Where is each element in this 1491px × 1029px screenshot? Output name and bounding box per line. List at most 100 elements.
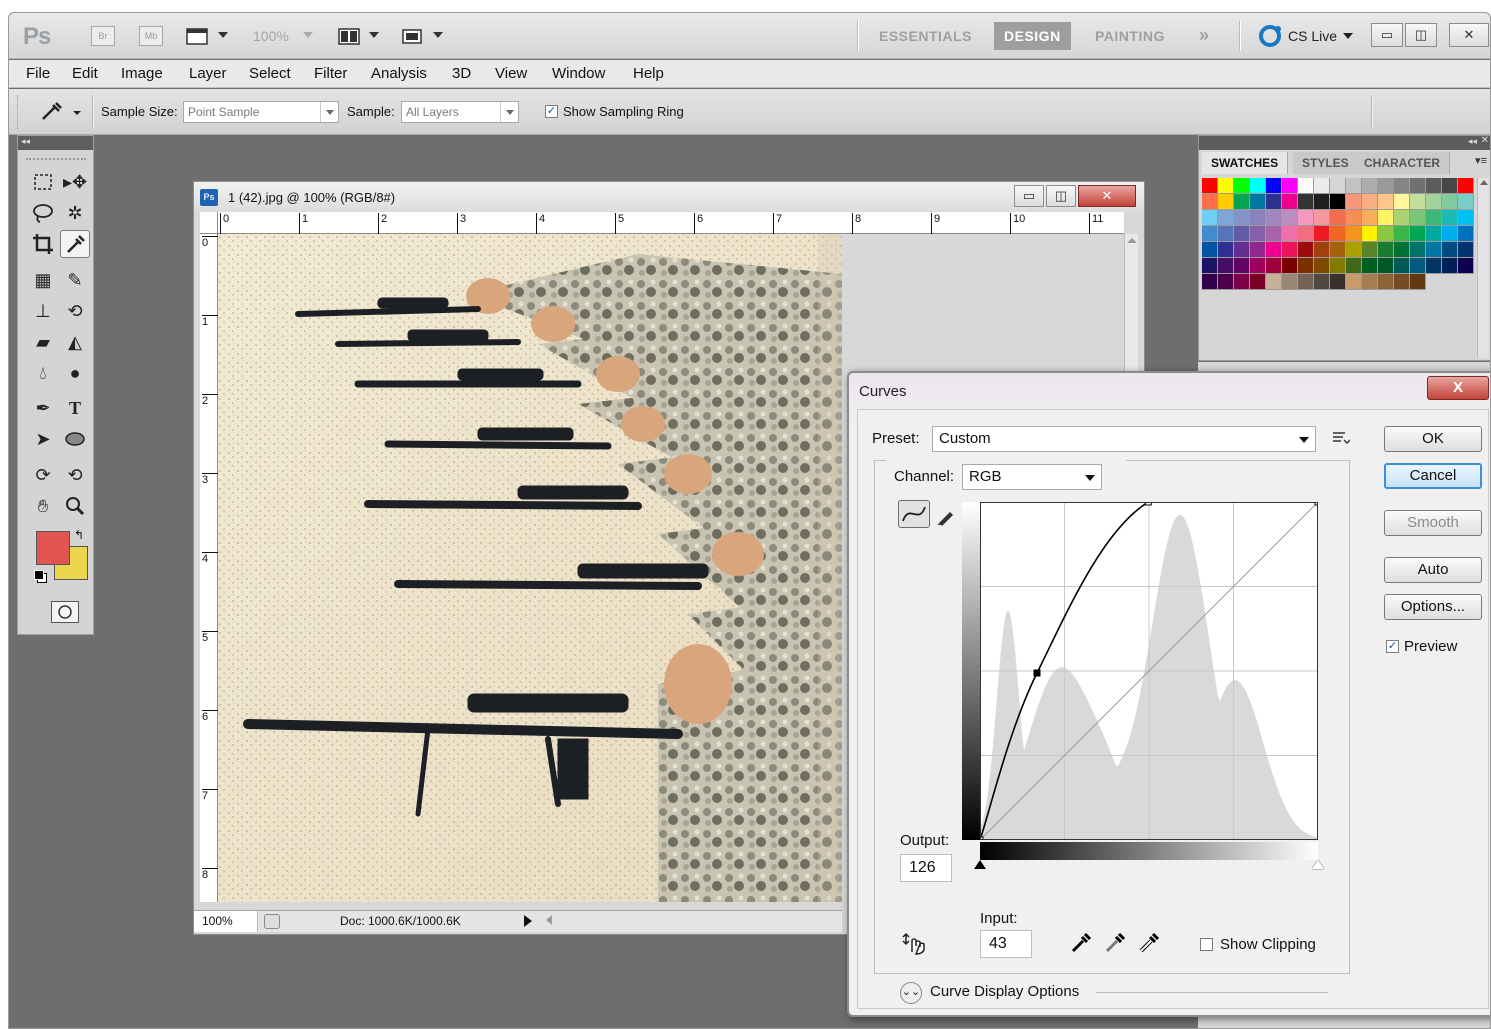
color-swatch[interactable] — [1394, 178, 1410, 194]
color-swatch[interactable] — [1218, 210, 1234, 226]
color-swatch[interactable] — [1330, 274, 1346, 290]
eyedropper-tool-icon[interactable] — [60, 230, 90, 258]
color-swatch[interactable] — [1234, 274, 1250, 290]
color-swatch[interactable] — [1282, 210, 1298, 226]
path-selection-tool-icon[interactable]: ➤ — [28, 425, 58, 453]
color-swatch[interactable] — [1346, 258, 1362, 274]
color-swatch[interactable] — [1362, 178, 1378, 194]
panel-collapse-icon[interactable]: ◂◂ — [1468, 136, 1477, 147]
color-swatch[interactable] — [1266, 210, 1282, 226]
color-swatch[interactable] — [1394, 194, 1410, 210]
auto-button[interactable]: Auto — [1384, 557, 1482, 583]
color-swatch[interactable] — [1346, 226, 1362, 242]
eyedropper-preset-picker[interactable] — [37, 99, 87, 125]
color-swatch[interactable] — [1250, 178, 1266, 194]
scroll-up-icon[interactable] — [1127, 238, 1137, 243]
color-swatch[interactable] — [1378, 178, 1394, 194]
gray-point-eyedropper[interactable] — [1104, 932, 1126, 957]
color-swatch[interactable] — [1378, 226, 1394, 242]
minimize-doc-button[interactable]: ▭ — [1014, 185, 1044, 207]
color-swatch[interactable] — [1346, 194, 1362, 210]
color-swatch[interactable] — [1346, 242, 1362, 258]
color-swatch[interactable] — [1458, 226, 1474, 242]
output-field[interactable]: 126 — [900, 854, 952, 882]
options-grip[interactable] — [17, 95, 19, 129]
color-swatch[interactable] — [1442, 178, 1458, 194]
menu-filter[interactable]: Filter — [314, 65, 347, 82]
color-swatch[interactable] — [1330, 258, 1346, 274]
crop-tool-icon[interactable] — [28, 230, 58, 258]
paint-bucket-tool-icon[interactable]: ◭ — [60, 328, 90, 356]
color-swatch[interactable] — [1218, 178, 1234, 194]
color-swatch[interactable] — [1202, 242, 1218, 258]
color-swatch[interactable] — [1298, 210, 1314, 226]
color-swatch[interactable] — [1442, 258, 1458, 274]
color-swatch[interactable] — [1378, 194, 1394, 210]
scroll-up-icon[interactable] — [1480, 180, 1488, 185]
panel-close-icon[interactable]: ✕ — [1481, 135, 1489, 146]
color-swatch[interactable] — [1458, 242, 1474, 258]
color-swatch[interactable] — [1298, 242, 1314, 258]
curve-display-options-label[interactable]: Curve Display Options — [930, 983, 1079, 1000]
color-swatch[interactable] — [1250, 258, 1266, 274]
color-swatch[interactable] — [1330, 194, 1346, 210]
launch-mini-bridge-button[interactable]: Mb — [139, 26, 163, 46]
color-swatch[interactable] — [1282, 274, 1298, 290]
menu-analysis[interactable]: Analysis — [371, 65, 427, 82]
color-swatch[interactable] — [1442, 242, 1458, 258]
white-point-eyedropper[interactable] — [1138, 932, 1160, 957]
color-swatch[interactable] — [1314, 178, 1330, 194]
ellipse-tool-icon[interactable] — [60, 425, 90, 453]
color-swatch[interactable] — [1250, 194, 1266, 210]
color-swatch[interactable] — [1378, 258, 1394, 274]
zoom-level[interactable]: 100% — [253, 28, 289, 44]
menu-file[interactable]: File — [26, 65, 50, 82]
menu-select[interactable]: Select — [249, 65, 291, 82]
marquee-tool-icon[interactable] — [28, 168, 58, 196]
arrange-documents-icon[interactable] — [337, 25, 361, 47]
smooth-button[interactable]: Smooth — [1384, 510, 1482, 536]
type-tool-icon[interactable]: T — [60, 394, 90, 422]
color-swatch[interactable] — [1378, 274, 1394, 290]
color-swatch[interactable] — [1410, 226, 1426, 242]
menu-view[interactable]: View — [495, 65, 527, 82]
curve-control-point[interactable] — [1033, 669, 1041, 677]
color-swatch[interactable] — [1266, 258, 1282, 274]
color-swatch[interactable] — [1346, 178, 1362, 194]
input-field[interactable]: 43 — [980, 930, 1032, 958]
color-swatch[interactable] — [1298, 178, 1314, 194]
color-swatch[interactable] — [1282, 242, 1298, 258]
view-extras-icon[interactable] — [185, 25, 209, 47]
show-sampling-ring-checkbox[interactable]: ✓ — [545, 105, 558, 118]
menu-edit[interactable]: Edit — [72, 65, 98, 82]
history-brush-tool-icon[interactable]: ⟲ — [60, 297, 90, 325]
color-swatch[interactable] — [1410, 210, 1426, 226]
panel-menu-icon[interactable]: ▾≡ — [1475, 154, 1487, 167]
color-swatch[interactable] — [1282, 178, 1298, 194]
brush-tool-icon[interactable]: ✎ — [60, 266, 90, 294]
hand-tool-icon[interactable]: ✋︎ — [28, 492, 58, 520]
color-swatch[interactable] — [1458, 194, 1474, 210]
arrange-dropdown-icon[interactable] — [369, 32, 379, 38]
workspace-design[interactable]: DESIGN — [994, 22, 1071, 50]
color-swatch[interactable] — [1218, 226, 1234, 242]
color-swatch[interactable] — [1410, 242, 1426, 258]
color-swatch[interactable] — [1202, 194, 1218, 210]
color-swatch[interactable] — [1394, 274, 1410, 290]
menu-window[interactable]: Window — [552, 65, 605, 82]
color-swatch[interactable] — [1458, 178, 1474, 194]
color-swatch[interactable] — [1250, 274, 1266, 290]
sample-size-select[interactable]: Point Sample — [183, 101, 339, 123]
color-swatch[interactable] — [1394, 210, 1410, 226]
color-swatch[interactable] — [1410, 194, 1426, 210]
color-swatch[interactable] — [1266, 226, 1282, 242]
color-swatch[interactable] — [1314, 242, 1330, 258]
draw-curve-pencil-button[interactable] — [936, 506, 956, 529]
tab-character[interactable]: CHARACTER — [1355, 152, 1450, 174]
color-swatch[interactable] — [1330, 210, 1346, 226]
color-swatch[interactable] — [1426, 258, 1442, 274]
white-point-slider[interactable] — [1312, 860, 1324, 869]
color-swatch[interactable] — [1218, 258, 1234, 274]
color-swatch[interactable] — [1458, 210, 1474, 226]
color-swatch[interactable] — [1218, 274, 1234, 290]
